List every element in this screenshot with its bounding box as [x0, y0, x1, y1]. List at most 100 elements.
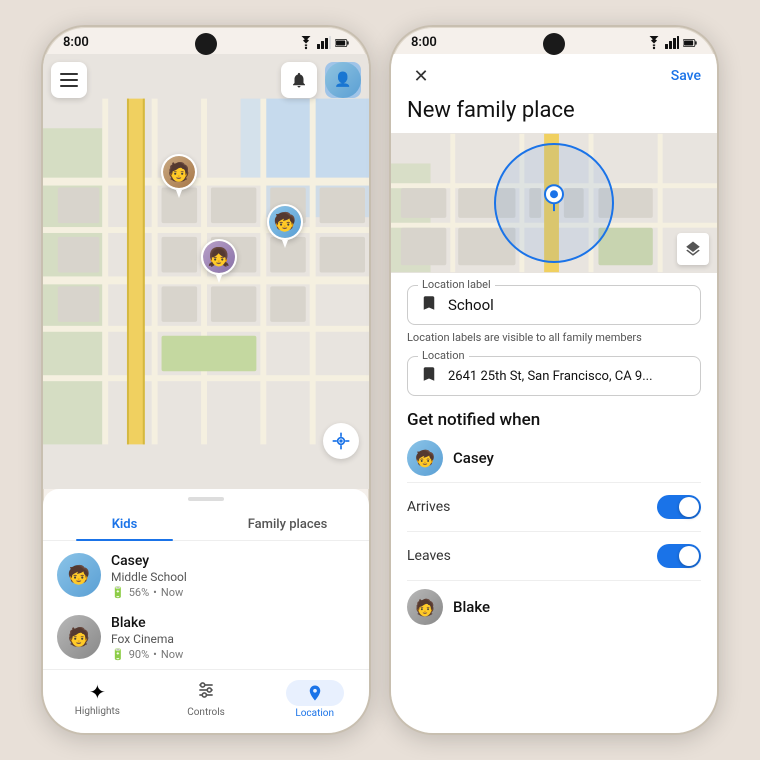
location-label-hint: Location labels are visible to all famil… — [407, 331, 701, 344]
wifi-icon-2 — [647, 36, 661, 50]
casey-leaves-row: Leaves — [407, 538, 701, 574]
signal-icon-casey: • — [153, 586, 157, 599]
drag-handle — [188, 497, 224, 501]
blake-avatar: 🧑 — [57, 615, 101, 659]
blake-status: 🔋 90% • Now — [111, 648, 355, 661]
casey-status: 🔋 56% • Now — [111, 586, 355, 599]
sliders-icon — [196, 680, 216, 700]
pin-avatar-3: 🧒 — [267, 204, 303, 240]
person-pin-2: 👧 — [201, 239, 237, 283]
nav-location[interactable]: Location — [260, 676, 369, 723]
pin-field-icon — [420, 365, 438, 383]
status-icons-1 — [299, 36, 349, 50]
layers-icon — [684, 240, 702, 258]
blake-notify-name: 🧑 Blake — [407, 589, 701, 625]
status-time-2: 8:00 — [411, 35, 437, 50]
notch-2 — [543, 33, 565, 55]
screen-title: New family place — [391, 98, 717, 133]
casey-arrives-toggle[interactable] — [657, 495, 701, 519]
casey-leaves-toggle[interactable] — [657, 544, 701, 568]
list-item[interactable]: 🧑 Blake Fox Cinema 🔋 90% • Now — [43, 607, 369, 669]
blake-face: 🧑 — [57, 615, 101, 659]
nav-highlights[interactable]: ✦ Highlights — [43, 676, 152, 723]
user-avatar-face: 👤 — [325, 62, 361, 98]
pin-tail-3 — [282, 240, 288, 248]
map-area: 👤 🧑 👧 🧒 — [43, 54, 369, 489]
phone-2: 8:00 ✕ Save — [389, 25, 719, 735]
menu-button[interactable] — [51, 62, 87, 98]
battery-icon-casey: 🔋 — [111, 586, 125, 599]
casey-name: Casey — [111, 553, 355, 569]
location-nav-icon — [306, 684, 324, 702]
layers-button[interactable] — [677, 233, 709, 265]
pin-tail-2 — [216, 275, 222, 283]
location-field-icon — [420, 365, 438, 387]
pin-face-1: 🧑 — [163, 156, 195, 188]
save-button[interactable]: Save — [671, 68, 701, 84]
tab-family-places[interactable]: Family places — [206, 509, 369, 540]
location-address-value: 2641 25th St, San Francisco, CA 9... — [448, 369, 653, 384]
user-avatar-button[interactable]: 👤 — [325, 62, 361, 98]
tab-kids[interactable]: Kids — [43, 509, 206, 540]
battery-icon — [335, 36, 349, 50]
mini-map — [391, 133, 717, 273]
casey-battery: 56% — [129, 586, 149, 599]
location-pin-icon — [542, 183, 566, 211]
center-location-button[interactable] — [323, 423, 359, 459]
signal-icon — [317, 36, 331, 50]
nav-controls[interactable]: Controls — [152, 676, 261, 723]
list-item[interactable]: 🧒 Casey Middle School 🔋 56% • Now — [43, 545, 369, 607]
notify-person-blake: 🧑 Blake — [407, 589, 701, 625]
casey-notify-avatar: 🧒 — [407, 440, 443, 476]
location-fieldlabel: Location — [418, 349, 469, 362]
person-pin-3: 🧒 — [267, 204, 303, 248]
hamburger-icon — [60, 73, 78, 87]
divider-after-leaves — [407, 580, 701, 581]
leaves-label: Leaves — [407, 548, 451, 564]
casey-info: Casey Middle School 🔋 56% • Now — [111, 553, 355, 599]
casey-notify-face: 🧒 — [407, 440, 443, 476]
bell-icon — [290, 71, 308, 89]
location-address-field[interactable]: Location 2641 25th St, San Francisco, CA… — [407, 356, 701, 396]
bottom-nav: ✦ Highlights Controls — [43, 669, 369, 733]
casey-arrives-row: Arrives — [407, 489, 701, 525]
bookmark-icon — [420, 294, 438, 312]
signal-icon-blake: • — [153, 648, 157, 661]
blake-place: Fox Cinema — [111, 632, 355, 646]
divider-leaves — [407, 531, 701, 532]
controls-label: Controls — [187, 707, 225, 718]
close-button[interactable]: ✕ — [407, 62, 435, 90]
notify-person-casey: 🧒 Casey Arrives Leaves — [407, 440, 701, 581]
bottom-sheet: Kids Family places 🧒 Casey Middle School… — [43, 489, 369, 669]
pin-face-3: 🧒 — [269, 206, 301, 238]
screen-header: ✕ Save — [391, 54, 717, 98]
signal-icon-2 — [665, 36, 679, 50]
location-label-fieldlabel: Location label — [418, 278, 495, 291]
casey-notify-name: 🧒 Casey — [407, 440, 701, 476]
blake-notify-face: 🧑 — [407, 589, 443, 625]
location-label-value: School — [448, 296, 494, 314]
arrives-label: Arrives — [407, 499, 450, 515]
phone2-content: ✕ Save New family place — [391, 54, 717, 733]
blake-battery: 90% — [129, 648, 149, 661]
form-section: Location label School Location labels ar… — [391, 273, 717, 733]
notify-section-title: Get notified when — [407, 410, 701, 430]
blake-name: Blake — [111, 615, 355, 631]
location-label-field[interactable]: Location label School — [407, 285, 701, 325]
tabs: Kids Family places — [43, 509, 369, 541]
casey-notify-label: Casey — [453, 449, 494, 467]
divider-arrives — [407, 482, 701, 483]
status-bar-1: 8:00 — [43, 27, 369, 54]
wifi-icon — [299, 36, 313, 50]
person-list: 🧒 Casey Middle School 🔋 56% • Now 🧑 — [43, 541, 369, 669]
casey-avatar: 🧒 — [57, 553, 101, 597]
location-label: Location — [295, 708, 334, 719]
bell-button[interactable] — [281, 62, 317, 98]
my-location-icon — [331, 431, 351, 451]
person-pin-1: 🧑 — [161, 154, 197, 198]
casey-place: Middle School — [111, 570, 355, 584]
casey-face: 🧒 — [57, 553, 101, 597]
pin-avatar-1: 🧑 — [161, 154, 197, 190]
pin-avatar-2: 👧 — [201, 239, 237, 275]
location-label-content: School — [420, 294, 688, 316]
